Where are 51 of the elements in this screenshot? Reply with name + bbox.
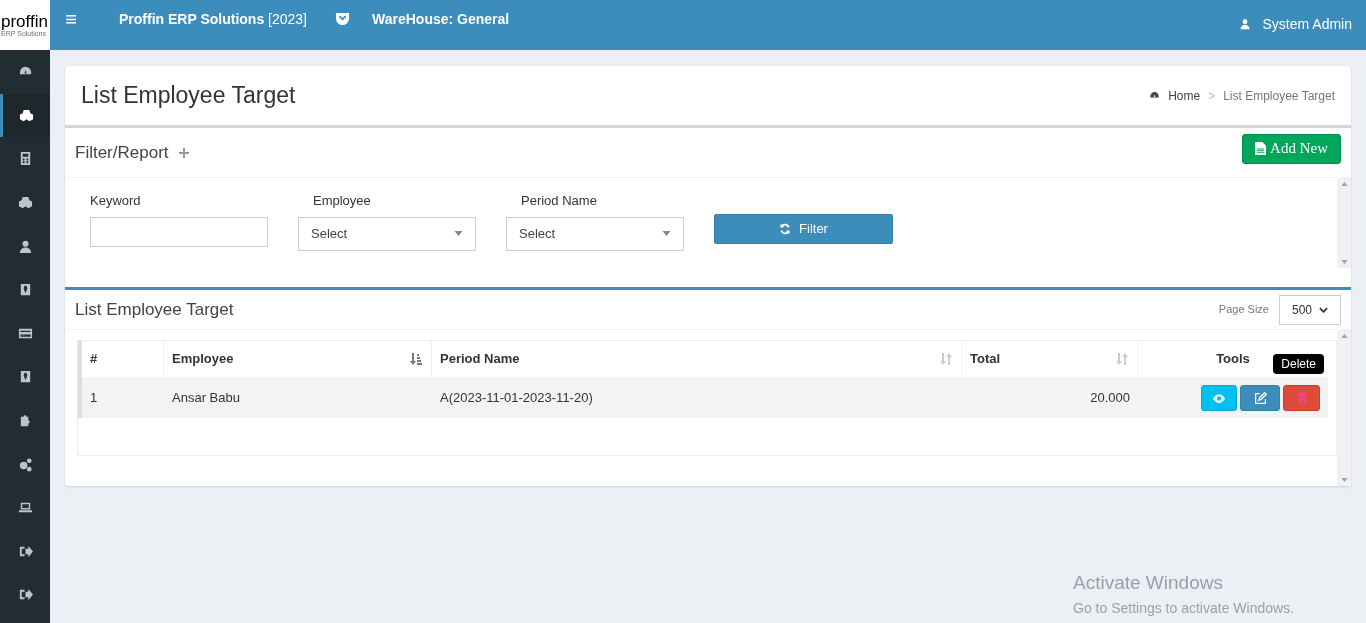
- page-size-select[interactable]: 500: [1279, 294, 1341, 325]
- page-title: List Employee Target: [81, 81, 296, 111]
- sign-out-icon: [17, 543, 33, 559]
- column-header: #: [90, 350, 98, 369]
- breadcrumb-separator: >: [1208, 87, 1216, 105]
- keyword-field[interactable]: [90, 216, 268, 247]
- user-name[interactable]: System Admin: [1262, 15, 1352, 33]
- user-icon: [1238, 18, 1251, 30]
- sidebar-item[interactable]: [0, 93, 50, 138]
- select-dropdown[interactable]: Select: [506, 216, 684, 251]
- edit-button[interactable]: [1240, 385, 1280, 411]
- breadcrumb-link[interactable]: Home: [1168, 86, 1201, 105]
- activation-title: Activate Windows: [1073, 571, 1224, 595]
- plus-icon[interactable]: [178, 147, 189, 158]
- sort-icon[interactable]: [409, 352, 423, 366]
- field-label: Period Name: [520, 192, 598, 210]
- table-cell-text: A(2023-11-01-2023-11-20): [440, 389, 593, 408]
- gauge-icon: [1149, 90, 1161, 101]
- table-cell-text: 20.000: [1090, 389, 1130, 408]
- sign-out-icon: [17, 587, 33, 603]
- section-title: Filter/Report: [75, 141, 169, 164]
- table-cell-text: Ansar Babu: [172, 389, 240, 408]
- column-header[interactable]: Total: [970, 349, 1001, 369]
- document-icon: [1255, 142, 1267, 155]
- view-button[interactable]: [1201, 385, 1237, 411]
- page-size-label: Page Size: [1218, 302, 1269, 318]
- caret-icon: [1319, 306, 1328, 313]
- column-header: Tools: [1216, 350, 1250, 369]
- refresh-icon: [779, 223, 792, 235]
- logo-text: proffin: [1, 13, 48, 30]
- field-label: Keyword: [90, 192, 142, 210]
- app-title: Proffin ERP Solutions [2023]: [119, 10, 307, 28]
- breadcrumb-current: List Employee Target: [1223, 87, 1335, 105]
- menu-toggle[interactable]: ≡: [50, 10, 92, 28]
- tooltip: Delete: [1273, 354, 1324, 374]
- field-label: Employee: [312, 192, 372, 210]
- table-cell-text: 1: [90, 389, 98, 408]
- edit-icon: [1253, 391, 1267, 405]
- column-header[interactable]: Employee: [172, 349, 234, 369]
- eye-icon: [1212, 393, 1226, 403]
- section-title: List Employee Target: [75, 298, 234, 321]
- select-dropdown[interactable]: Select: [298, 216, 476, 251]
- trash-icon: [1296, 392, 1307, 404]
- caret-icon: [454, 231, 463, 236]
- user-icon: [17, 238, 33, 254]
- caret-icon: [662, 231, 671, 236]
- warehouse-label: WareHouse: General: [372, 10, 510, 28]
- activation-subtitle: Go to Settings to activate Windows.: [1073, 598, 1294, 618]
- filter-button[interactable]: Filter: [714, 214, 893, 244]
- pocket-icon: [335, 11, 350, 26]
- column-header[interactable]: Period Name: [440, 349, 520, 369]
